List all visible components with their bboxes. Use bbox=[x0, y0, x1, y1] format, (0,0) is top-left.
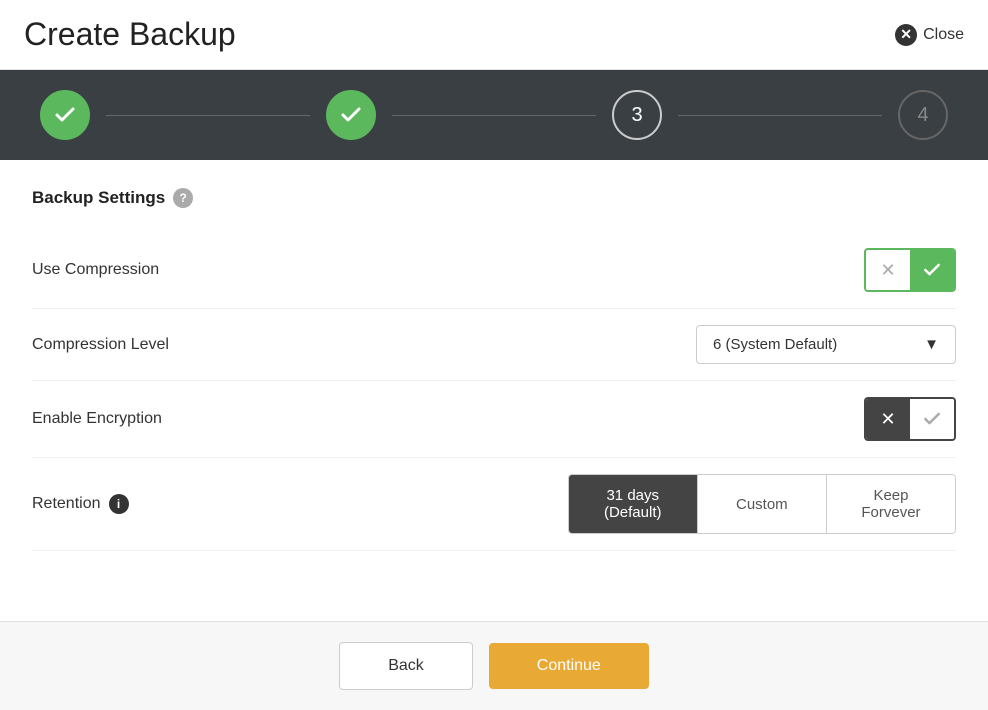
enable-encryption-toggle: ✕ bbox=[864, 397, 956, 441]
retention-toggle-group: 31 days (Default) Custom Keep Forvever bbox=[568, 474, 956, 534]
use-compression-row: Use Compression ✕ bbox=[32, 232, 956, 309]
step-line-2-3 bbox=[392, 115, 596, 116]
modal-content: Backup Settings ? Use Compression ✕ Comp… bbox=[0, 160, 988, 621]
modal-container: Create Backup ✕ Close 3 bbox=[0, 0, 988, 710]
enable-encryption-label: Enable Encryption bbox=[32, 410, 162, 428]
modal-title: Create Backup bbox=[24, 16, 236, 53]
section-title: Backup Settings ? bbox=[32, 188, 956, 208]
modal-footer: Back Continue bbox=[0, 621, 988, 710]
compression-level-dropdown[interactable]: 6 (System Default) ▼ bbox=[696, 325, 956, 364]
compression-level-label: Compression Level bbox=[32, 336, 169, 354]
back-button[interactable]: Back bbox=[339, 642, 473, 690]
retention-forever-button[interactable]: Keep Forvever bbox=[826, 475, 955, 533]
close-button[interactable]: ✕ Close bbox=[895, 24, 964, 46]
step-circle-2 bbox=[326, 90, 376, 140]
retention-custom-button[interactable]: Custom bbox=[697, 475, 826, 533]
step-2 bbox=[326, 90, 376, 140]
step-circle-1 bbox=[40, 90, 90, 140]
close-label: Close bbox=[923, 26, 964, 44]
enable-encryption-row: Enable Encryption ✕ bbox=[32, 381, 956, 458]
section-title-text: Backup Settings bbox=[32, 188, 165, 208]
enable-encryption-on-button[interactable] bbox=[910, 399, 954, 439]
step-4: 4 bbox=[898, 90, 948, 140]
use-compression-label: Use Compression bbox=[32, 261, 159, 279]
modal-header: Create Backup ✕ Close bbox=[0, 0, 988, 70]
retention-row: Retention i 31 days (Default) Custom Kee… bbox=[32, 458, 956, 551]
retention-info-icon[interactable]: i bbox=[109, 494, 129, 514]
step-3: 3 bbox=[612, 90, 662, 140]
step-circle-4: 4 bbox=[898, 90, 948, 140]
use-compression-on-button[interactable] bbox=[910, 250, 954, 290]
compression-level-value: 6 (System Default) bbox=[713, 336, 837, 353]
compression-level-row: Compression Level 6 (System Default) ▼ bbox=[32, 309, 956, 381]
step-line-3-4 bbox=[678, 115, 882, 116]
step-line-1-2 bbox=[106, 115, 310, 116]
use-compression-off-button[interactable]: ✕ bbox=[866, 250, 910, 290]
enable-encryption-off-button[interactable]: ✕ bbox=[866, 399, 910, 439]
close-icon: ✕ bbox=[895, 24, 917, 46]
dropdown-arrow-icon: ▼ bbox=[924, 336, 939, 353]
step-circle-3: 3 bbox=[612, 90, 662, 140]
retention-default-button[interactable]: 31 days (Default) bbox=[569, 475, 697, 533]
use-compression-toggle: ✕ bbox=[864, 248, 956, 292]
stepper-bar: 3 4 bbox=[0, 70, 988, 160]
section-help-icon[interactable]: ? bbox=[173, 188, 193, 208]
continue-button[interactable]: Continue bbox=[489, 643, 649, 689]
step-1 bbox=[40, 90, 90, 140]
retention-label: Retention i bbox=[32, 494, 129, 514]
